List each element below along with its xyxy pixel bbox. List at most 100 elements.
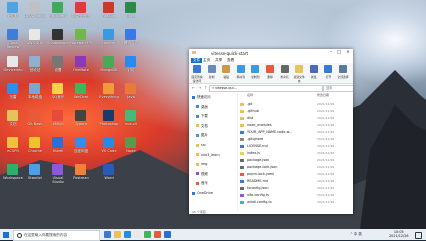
address-bar[interactable]: « vitesse-qui... <box>209 84 323 92</box>
ribbon-button[interactable]: 新建文件夹 <box>293 65 305 83</box>
ribbon-button[interactable]: 重命名 <box>279 65 291 80</box>
desktop-icon[interactable]: Code Review <box>2 29 24 57</box>
desktop-icon[interactable]: 腾讯会议 <box>120 29 142 57</box>
file-row[interactable]: package.json 2021/12/26 <box>240 157 352 163</box>
search-input[interactable]: 搜索 <box>323 84 353 92</box>
file-row[interactable]: .github 2021/12/26 <box>240 108 352 114</box>
file-row[interactable]: windi.config.ts 2021/12/26 <box>240 199 352 205</box>
nav-item[interactable]: 快速访问 <box>192 95 211 100</box>
ribbon-button[interactable]: 复制到 <box>249 65 261 80</box>
ribbon-button[interactable]: 全部选择 <box>337 65 349 80</box>
taskbar-app-icon[interactable] <box>144 231 151 238</box>
ribbon-button[interactable]: 属性 <box>308 65 320 80</box>
desktop-icon[interactable]: 钉钉 <box>120 56 142 84</box>
desktop-icon[interactable]: Photoshop <box>98 110 120 138</box>
desktop-icon[interactable]: Chrome <box>24 137 46 165</box>
desktop-icon[interactable]: 文档 <box>2 110 24 138</box>
tab-view[interactable]: 查看 <box>227 58 234 63</box>
taskbar-app-icon[interactable] <box>134 231 141 238</box>
desktop-icon[interactable]: 本地磁盘 <box>24 83 46 111</box>
file-row[interactable]: package-lock.json 2021/12/26 <box>240 164 352 170</box>
desktop-icon[interactable]: Postman <box>70 164 92 192</box>
desktop-icon[interactable]: Node <box>120 137 142 165</box>
taskbar-search-input[interactable]: 在这里输入你要搜索的内容 <box>13 230 100 241</box>
notification-icon[interactable] <box>415 231 422 239</box>
ribbon-button[interactable]: 粘贴 <box>220 65 232 80</box>
tab-home[interactable]: 主页 <box>203 58 210 63</box>
file-row[interactable]: vite.config.ts 2021/12/26 <box>240 192 352 198</box>
desktop-icon[interactable]: XMind <box>47 110 69 138</box>
file-row[interactable]: .gitignore 2021/12/26 <box>240 136 352 142</box>
desktop-icon[interactable]: eCSPR <box>2 137 24 165</box>
desktop-icon[interactable]: vue-cli <box>120 110 142 138</box>
desktop-icon[interactable]: 百度网盘 <box>70 137 92 165</box>
desktop-icon[interactable]: Stardict <box>24 164 46 192</box>
minimize-button[interactable]: – <box>327 50 335 56</box>
desktop-icon[interactable]: Workspace <box>2 164 24 192</box>
tab-file[interactable]: 文件 <box>191 57 203 63</box>
file-row[interactable]: tsconfig.json 2021/12/26 <box>240 185 352 191</box>
desktop-icon[interactable]: VS Code <box>98 137 120 165</box>
nav-item[interactable]: 文档 <box>196 124 208 129</box>
desktop-icon[interactable]: Java <box>120 83 142 111</box>
column-date[interactable]: 修改日期 <box>317 93 329 97</box>
desktop-icon[interactable]: Everything <box>98 83 120 111</box>
nav-item[interactable]: OneDrive <box>192 191 213 196</box>
desktop-icon[interactable]: 网易云音乐 <box>70 2 92 30</box>
close-button[interactable]: × <box>344 50 352 56</box>
desktop-icon[interactable]: Visual Studio <box>47 164 69 192</box>
desktop-icon[interactable]: Shadowsocks <box>47 29 69 57</box>
taskbar-app-icon[interactable] <box>164 231 171 238</box>
file-row[interactable]: node_modules 2021/12/26 <box>240 122 352 128</box>
file-row[interactable]: index.js 2021/12/26 <box>240 150 352 156</box>
ribbon-button[interactable]: 移动到 <box>235 65 247 80</box>
taskbar-app-icon[interactable] <box>114 231 121 238</box>
file-row[interactable]: dist 2021/12/26 <box>240 115 352 121</box>
desktop-icon[interactable]: Deviceinfo <box>2 56 24 84</box>
ribbon-button[interactable]: 固定到快速访问 <box>191 65 203 83</box>
desktop-icon[interactable]: WeChat <box>70 83 92 111</box>
ribbon-button[interactable]: 复制 <box>206 65 218 80</box>
desktop-icon[interactable]: Git Bash <box>24 110 46 138</box>
nav-item[interactable]: 音乐 <box>196 181 208 186</box>
desktop-icon[interactable]: 此电脑 <box>2 2 24 30</box>
desktop-icon[interactable]: Notepad++ <box>70 29 92 57</box>
desktop-icon[interactable]: 回收站 <box>24 56 46 84</box>
desktop-icon[interactable]: 设置 <box>47 56 69 84</box>
nav-item[interactable]: img <box>196 162 207 167</box>
nav-item[interactable]: 视频 <box>196 172 208 177</box>
tab-share[interactable]: 共享 <box>215 58 222 63</box>
desktop-icon[interactable]: Excel <box>120 2 142 30</box>
desktop-icon[interactable]: HBuilderX <box>47 2 69 30</box>
maximize-button[interactable]: □ <box>335 50 343 56</box>
nav-item[interactable]: vue3_learn <box>196 153 220 158</box>
desktop-icon[interactable]: Xshell <box>47 137 69 165</box>
clock[interactable]: 10:05 2021/12/26 <box>389 230 409 239</box>
file-row[interactable]: YOUR_APP_NAME.code-w... 2021/12/26 <box>240 129 352 135</box>
desktop-icon[interactable]: QQ音乐 <box>47 83 69 111</box>
taskbar-app-icon[interactable] <box>154 231 161 238</box>
desktop-icon[interactable]: OneNote <box>70 56 92 84</box>
forward-arrow-icon[interactable]: → <box>198 85 201 90</box>
desktop-icon[interactable]: 迅雷 <box>2 83 24 111</box>
system-tray[interactable]: ^ 中 英 <box>350 231 362 236</box>
nav-item[interactable]: src <box>196 143 206 148</box>
file-explorer-window[interactable]: vitesse-quick-start – □ × 文件 主页 共享 查看 固定… <box>189 49 353 214</box>
file-row[interactable]: pnpm-lock.yaml 2021/12/26 <box>240 171 352 177</box>
nav-item[interactable]: 下载 <box>196 114 208 119</box>
windows-start-icon[interactable] <box>3 232 9 238</box>
desktop-icon[interactable]: Navicat <box>98 29 120 57</box>
desktop-icon[interactable]: DEV2 Yahoo <box>24 2 46 30</box>
taskbar-app-icon[interactable] <box>104 231 111 238</box>
ribbon-button[interactable]: 打开 <box>322 65 334 80</box>
column-name[interactable]: 名称 <box>247 93 253 97</box>
up-arrow-icon[interactable]: ↑ <box>204 85 207 90</box>
file-row[interactable]: LICENSE.md 2021/12/26 <box>240 143 352 149</box>
file-row[interactable]: README.md 2021/12/26 <box>240 178 352 184</box>
desktop-icon[interactable]: MongoDB <box>98 56 120 84</box>
desktop-icon[interactable]: AWS SDK <box>24 29 46 57</box>
back-arrow-icon[interactable]: ← <box>192 85 195 90</box>
file-row[interactable]: .git 2021/12/26 <box>240 101 352 107</box>
ribbon-button[interactable]: 删除 <box>264 65 276 80</box>
title-bar[interactable]: vitesse-quick-start – □ × <box>189 49 353 57</box>
